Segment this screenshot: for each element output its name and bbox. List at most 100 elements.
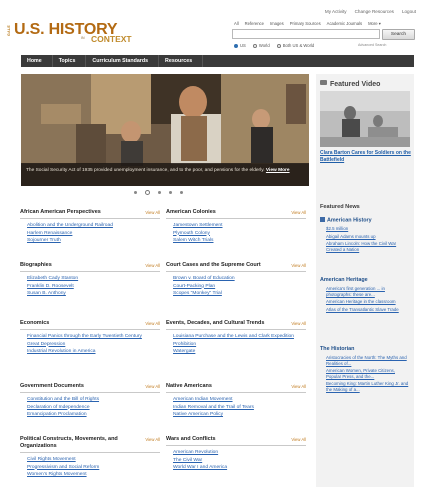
category-link[interactable]: Franklin D. Roosevelt [27,283,160,291]
search-scope-options: US World Both US & World [234,43,314,48]
hero-caption-text: The Social Security Act of 1935 provided… [26,168,265,173]
news-link[interactable]: American Heritage in the classroom [326,299,410,305]
category-link[interactable]: American Indian Movement [173,396,306,404]
category-link[interactable]: Industrial Revolution in America [27,348,160,356]
category-link[interactable]: Harlem Renaissance [27,230,160,238]
nav-home[interactable]: Home [21,55,53,67]
category-link[interactable]: Abolition and the Underground Railroad [27,222,160,230]
view-all-link[interactable]: View All [291,437,306,442]
search-tab-reference[interactable]: Reference [245,21,264,26]
category-link[interactable]: Brown v. Board of Education [173,275,306,283]
category-link[interactable]: World War I and America [173,464,306,472]
category-link[interactable]: Constitution and the Bill of Rights [27,396,160,404]
search-tab-primary-sources[interactable]: Primary Sources [290,21,321,26]
news-link[interactable]: Aristocracies of the North: The Myths an… [326,355,410,366]
featured-video-title[interactable]: Clara Barton Cares for Soldiers on the B… [320,150,412,163]
category-link[interactable]: Jamestown Settlement [173,222,306,230]
category-biographies: Biographies View All Elizabeth Cady Stant… [20,262,160,298]
category-link[interactable]: The Civil War [173,457,306,465]
category-link[interactable]: Sojourner Truth [27,237,160,245]
category-title: Government Documents [20,383,84,389]
carousel-dot[interactable] [169,191,172,194]
view-all-link[interactable]: View All [145,263,160,268]
category-link[interactable]: Scopes "Monkey" Trial [173,290,306,298]
nav-curriculum-standards[interactable]: Curriculum Standards [86,55,160,67]
logo-gale-text: GALE [7,25,11,36]
category-link[interactable]: Louisiana Purchase and the Lewis and Cla… [173,333,298,341]
advanced-search-link[interactable]: Advanced Search [358,43,386,47]
category-link[interactable]: Women's Rights Movement [27,471,160,479]
category-link[interactable]: Salem Witch Trials [173,237,306,245]
view-all-link[interactable]: View All [145,437,160,442]
view-more-link[interactable]: View More [266,168,290,173]
category-link[interactable]: Court-Packing Plan [173,283,306,291]
news-section-title[interactable]: American History [320,217,372,224]
category-link[interactable]: Indian Removal and the Trail of Tears [173,404,306,412]
category-link[interactable]: American Revolution [173,449,306,457]
scope-world[interactable]: World [252,43,270,48]
category-link[interactable]: Civil Rights Movement [27,456,160,464]
carousel-dot[interactable] [158,191,161,194]
news-link[interactable]: Becoming King: Martin Luther King Jr. an… [326,381,410,392]
scope-us[interactable]: US [234,43,246,48]
category-wars-conflicts: Wars and Conflicts View All American Revo… [166,436,306,472]
scope-both[interactable]: Both US & World [276,43,314,48]
news-section-title[interactable]: American Heritage [320,277,368,283]
category-link[interactable]: Progressivism and Social Reform [27,464,160,472]
category-link[interactable]: Susan B. Anthony [27,290,160,298]
news-link[interactable]: America's first generation ... in photog… [326,286,410,297]
search-button[interactable]: Search [382,29,415,40]
logo-in-text: IN [81,36,85,40]
category-link[interactable]: Prohibition [173,341,306,349]
view-all-link[interactable]: View All [145,210,160,215]
news-link[interactable]: American Women, Private Citizens, Popula… [326,368,410,379]
logout-link[interactable]: Logout [402,9,416,14]
view-all-link[interactable]: View All [291,263,306,268]
carousel-dot-active[interactable] [145,190,150,195]
category-link[interactable]: Great Depression [27,341,160,349]
view-all-link[interactable]: View All [291,321,306,326]
logo-context-text: CONTEXT [91,34,132,44]
view-all-link[interactable]: View All [145,321,160,326]
site-logo[interactable]: GALE U.S. HISTORY IN CONTEXT [7,21,147,45]
category-link[interactable]: Emancipation Proclamation [27,411,160,419]
view-all-link[interactable]: View All [145,384,160,389]
view-all-link[interactable]: View All [291,384,306,389]
news-link[interactable]: $2.5 million [326,226,410,232]
category-link[interactable]: Elizabeth Cady Stanton [27,275,160,283]
search-tab-academic-journals[interactable]: Academic Journals [327,21,362,26]
category-link[interactable]: Watergate [173,348,306,356]
carousel-dot[interactable] [180,191,183,194]
view-all-link[interactable]: View All [291,210,306,215]
radio-icon [276,43,281,48]
news-link[interactable]: Atlas of the Transatlantic Slave Trade [326,307,410,313]
category-link[interactable]: Declaration of Independence [27,404,160,412]
category-title: Native Americans [166,383,212,389]
search-tab-images[interactable]: Images [270,21,284,26]
category-link[interactable]: Native American Policy [173,411,306,419]
search-tab-more[interactable]: More ▾ [368,21,381,26]
search-tab-all[interactable]: All [234,21,239,26]
news-link[interactable]: Abraham Lincoln: How the Civil War Creat… [326,241,410,252]
category-title: Economics [20,320,50,326]
search-input[interactable] [232,29,380,39]
category-title: Political Constructs, Movements, and Org… [20,436,118,449]
featured-news-heading: Featured News [320,204,360,210]
category-events-decades: Events, Decades, and Cultural Trends View… [166,320,306,356]
news-link[interactable]: Abigail Adams mounts up [326,234,410,240]
category-link[interactable]: Financial Panics through the Early Twent… [27,333,152,341]
category-american-colonies: American Colonies View All Jamestown Sett… [166,209,306,245]
hero-slideshow[interactable]: The Social Security Act of 1935 provided… [21,74,309,186]
category-title: Court Cases and the Supreme Court [166,262,261,268]
nav-resources[interactable]: Resources [159,55,204,67]
carousel-dot[interactable] [134,191,137,194]
nav-topics[interactable]: Topics [53,55,87,67]
category-link[interactable]: Plymouth Colony [173,230,306,238]
featured-video-thumbnail[interactable] [320,91,410,147]
top-utility-links: My Activity Change Resources Logout [325,9,416,14]
news-section-title[interactable]: The Historian [320,346,354,352]
change-resources-link[interactable]: Change Resources [355,9,394,14]
my-activity-link[interactable]: My Activity [325,9,347,14]
category-title: Events, Decades, and Cultural Trends [166,320,265,326]
category-political-constructs: Political Constructs, Movements, and Org… [20,436,160,479]
